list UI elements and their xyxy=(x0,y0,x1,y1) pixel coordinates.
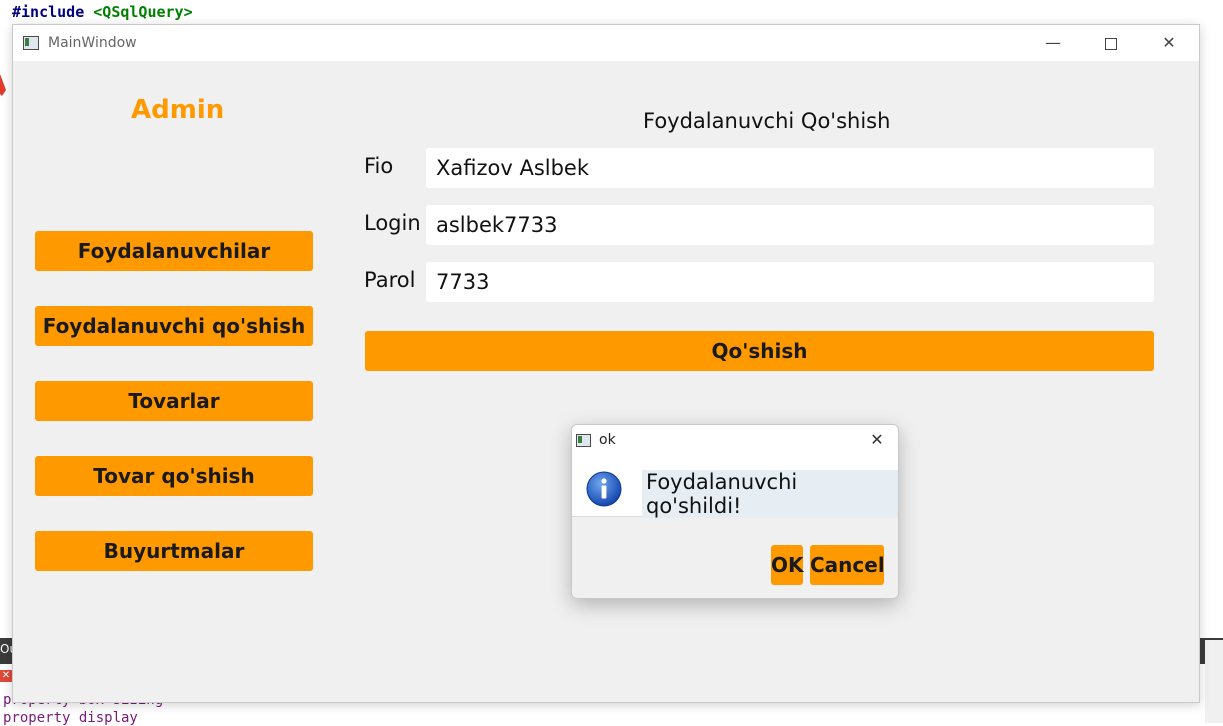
qoshish-button[interactable]: Qo'shish xyxy=(365,331,1154,371)
dialog-titlebar[interactable]: ok ✕ xyxy=(572,425,898,455)
app-icon xyxy=(23,36,39,50)
parol-label: Parol xyxy=(364,268,416,292)
dialog-close-button[interactable]: ✕ xyxy=(866,429,888,451)
close-button[interactable]: ✕ xyxy=(1149,29,1189,57)
code-include: <QSqlQuery> xyxy=(93,3,193,21)
form-title: Foydalanuvchi Qo'shish xyxy=(643,109,891,133)
code-line: #include <QSqlQuery> xyxy=(12,3,193,21)
tovar-qoshish-button[interactable]: Tovar qo'shish xyxy=(35,456,313,496)
ok-button[interactable]: OK xyxy=(771,545,804,585)
parol-input[interactable]: 7733 xyxy=(426,262,1154,302)
minimize-button[interactable]: — xyxy=(1033,29,1073,57)
buyurtmalar-button[interactable]: Buyurtmalar xyxy=(35,531,313,571)
login-input[interactable]: aslbek7733 xyxy=(426,205,1154,245)
window-titlebar[interactable]: MainWindow — ✕ xyxy=(13,25,1199,61)
main-window: MainWindow — ✕ Admin Foydalanuvchilar Fo… xyxy=(12,24,1200,703)
dialog-body: Foydalanuvchi qo'shildi! xyxy=(572,455,898,518)
info-icon xyxy=(586,471,622,507)
ide-editor-left xyxy=(0,24,12,634)
dialog-title: ok xyxy=(599,432,616,448)
tovarlar-button[interactable]: Tovarlar xyxy=(35,381,313,421)
code-keyword: #include xyxy=(12,3,85,21)
window-title: MainWindow xyxy=(48,35,137,51)
dialog-app-icon xyxy=(576,434,591,447)
ide-clear-icon[interactable]: ✕ xyxy=(0,670,12,682)
maximize-button[interactable] xyxy=(1091,29,1131,57)
output-line-2: property display xyxy=(3,710,138,726)
fio-input[interactable]: Xafizov Aslbek xyxy=(426,148,1154,188)
dialog-message: Foydalanuvchi qo'shildi! xyxy=(642,470,898,518)
login-label: Login xyxy=(364,211,421,235)
output-scrollbar[interactable] xyxy=(1205,640,1223,723)
fio-label: Fio xyxy=(364,154,394,178)
sidebar-title: Admin xyxy=(131,95,225,125)
message-dialog: ok ✕ Foydalanuvchi qo'shildi! OK Cancel xyxy=(571,424,899,599)
cancel-button[interactable]: Cancel xyxy=(810,545,885,585)
foydalanuvchi-qoshish-button[interactable]: Foydalanuvchi qo'shish xyxy=(35,306,313,346)
foydalanuvchilar-button[interactable]: Foydalanuvchilar xyxy=(35,231,313,271)
ide-editor-top: #include <QSqlQuery> xyxy=(0,0,1223,24)
maximize-icon xyxy=(1105,37,1117,50)
red-arrow-icon xyxy=(0,74,6,96)
